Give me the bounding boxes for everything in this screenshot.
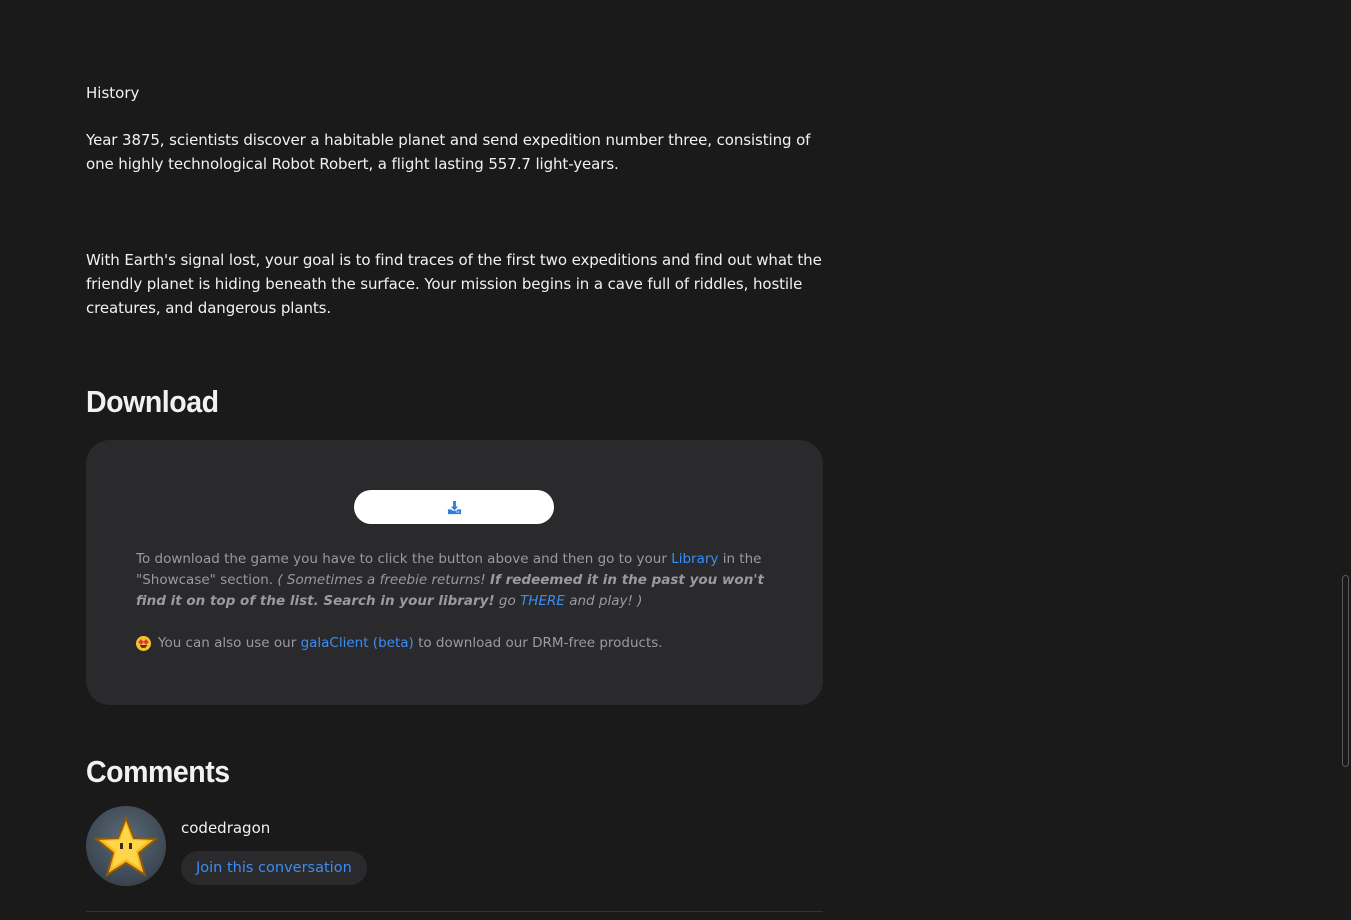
page: History Year 3875, scientists discover a…: [0, 0, 1351, 920]
username: codedragon: [181, 819, 271, 837]
download-button[interactable]: [354, 490, 554, 524]
comments-title: Comments: [86, 754, 230, 789]
galaclient-link[interactable]: galaClient (beta): [301, 633, 414, 654]
history-paragraph-1: Year 3875, scientists discover a habitab…: [86, 131, 811, 173]
star-struck-emoji-icon: [136, 636, 151, 651]
freebie-note-3: and play! ): [564, 593, 643, 609]
download-title: Download: [86, 384, 219, 419]
download-text-1: To download the game you have to click t…: [136, 551, 672, 567]
client-text-1: You can also use our: [158, 635, 297, 651]
comment-divider: [86, 911, 823, 912]
there-link[interactable]: THERE: [520, 593, 565, 609]
join-conversation-button[interactable]: Join this conversation: [181, 851, 367, 885]
download-icon: [447, 500, 462, 515]
freebie-note-1: ( Sometimes a freebie returns!: [277, 572, 490, 588]
client-text-2: to download our DRM-free products.: [418, 635, 663, 651]
download-card: To download the game you have to click t…: [86, 440, 823, 705]
star-avatar-icon: [93, 815, 159, 878]
avatar: [86, 806, 166, 886]
scrollbar-thumb[interactable]: [1342, 575, 1349, 767]
freebie-note-2: go: [494, 593, 521, 609]
client-info: You can also use our galaClient (beta) t…: [136, 633, 663, 654]
history-paragraph-2: With Earth's signal lost, your goal is t…: [86, 251, 822, 317]
library-link[interactable]: Library: [671, 551, 718, 567]
scrollbar[interactable]: [1339, 0, 1351, 920]
history-heading: History: [86, 84, 140, 102]
there-link-text: THERE: [520, 593, 565, 609]
comment-composer: codedragon Join this conversation: [86, 806, 823, 912]
download-instructions: To download the game you have to click t…: [136, 549, 766, 612]
